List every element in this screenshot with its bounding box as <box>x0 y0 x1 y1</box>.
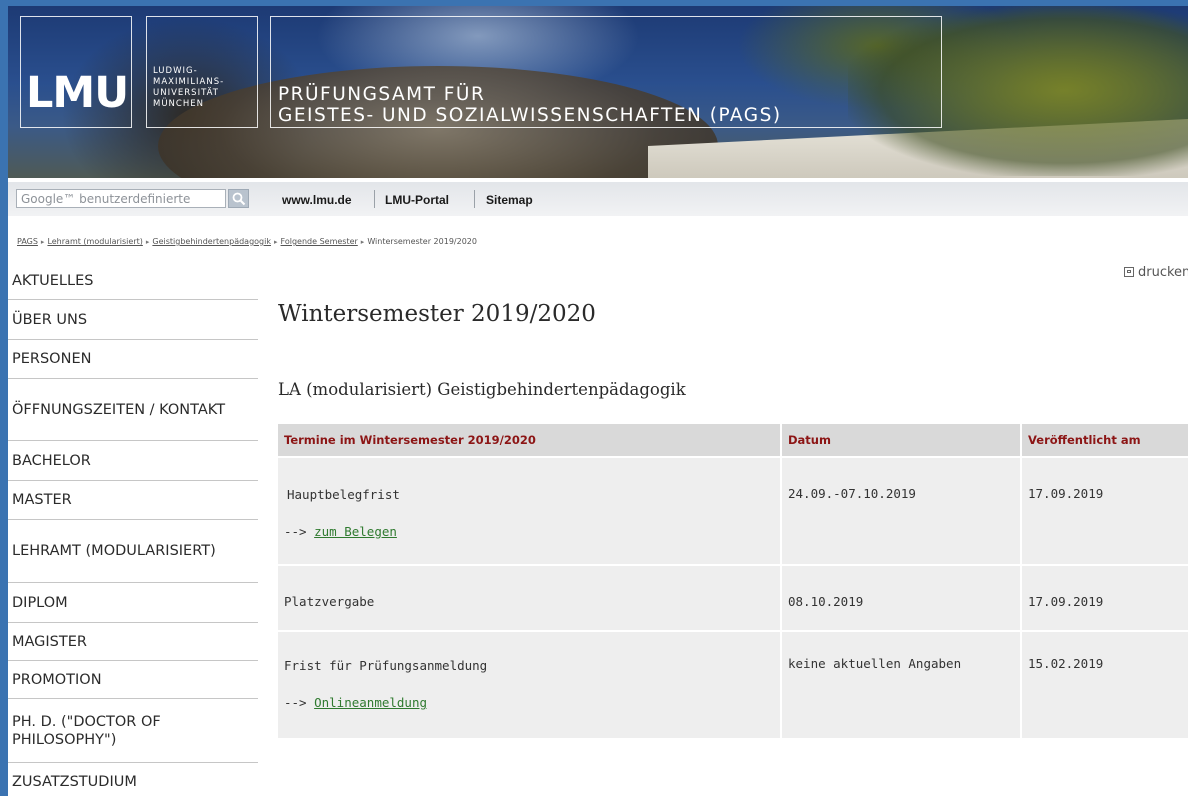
table-cell-termin: Frist für Prüfungsanmeldung --> Onlinean… <box>278 630 782 738</box>
breadcrumb-separator: ▸ <box>145 238 150 246</box>
search-button[interactable] <box>228 189 249 208</box>
sidebar-item-magister[interactable]: MAGISTER <box>8 623 258 661</box>
sidebar-item-label: MAGISTER <box>12 633 87 650</box>
search-input[interactable] <box>16 189 226 208</box>
breadcrumb-separator: ▸ <box>360 238 365 246</box>
top-navbar: www.lmu.de LMU-Portal Sitemap <box>8 182 1188 216</box>
datum-value: 08.10.2019 <box>788 594 864 609</box>
breadcrumb-pags[interactable]: PAGS <box>17 237 38 246</box>
zum-belegen-link[interactable]: zum Belegen <box>314 524 397 539</box>
link-sitemap[interactable]: Sitemap <box>486 193 533 207</box>
termin-link-line: --> Onlineanmeldung <box>284 695 774 710</box>
page-title: Wintersemester 2019/2020 <box>278 301 596 327</box>
nav-divider <box>374 190 375 208</box>
breadcrumb-geistigbehindertenpaedagogik[interactable]: Geistigbehindertenpädagogik <box>152 237 271 246</box>
termin-label: Platzvergabe <box>284 594 375 609</box>
sidebar-item-label: MASTER <box>12 492 72 508</box>
sidebar-item-label: ÖFFNUNGSZEITEN / KONTAKT <box>12 401 226 418</box>
breadcrumb-folgende-semester[interactable]: Folgende Semester <box>281 237 358 246</box>
column-header-termine: Termine im Wintersemester 2019/2020 <box>278 424 782 456</box>
column-header-datum: Datum <box>782 424 1022 456</box>
datum-value: keine aktuellen Angaben <box>788 656 962 671</box>
sidebar-item-label: ZUSATZSTUDIUM <box>12 774 137 790</box>
table-row: Hauptbelegfrist --> zum Belegen 24.09.-0… <box>278 456 1188 564</box>
link-arrow: --> <box>284 695 307 710</box>
sidebar-item-phd[interactable]: PH. D. ("DOCTOR OF PHILOSOPHY") <box>8 699 258 763</box>
sidebar-item-label: BACHELOR <box>12 452 91 469</box>
link-lmu-de[interactable]: www.lmu.de <box>282 193 352 207</box>
sidebar-item-personen[interactable]: PERSONEN <box>8 340 258 379</box>
table-header-row: Termine im Wintersemester 2019/2020 Datu… <box>278 424 1188 456</box>
veroeffentlicht-value: 15.02.2019 <box>1028 656 1104 671</box>
sidebar-item-label: ÜBER UNS <box>12 311 88 328</box>
termin-link-line: --> zum Belegen <box>284 524 774 539</box>
sidebar-item-label: PH. D. ("DOCTOR OF PHILOSOPHY") <box>12 713 161 748</box>
breadcrumb: PAGS ▸ Lehramt (modularisiert) ▸ Geistigbehi… <box>17 237 477 251</box>
print-label: drucken <box>1138 265 1188 280</box>
sidebar-item-master[interactable]: MASTER <box>8 481 258 520</box>
office-title: PRÜFUNGSAMT FÜR GEISTES- UND SOZIALWISSE… <box>278 84 782 126</box>
breadcrumb-separator: ▸ <box>40 238 45 246</box>
sidebar-item-lehramt[interactable]: LEHRAMT (MODULARISIERT) <box>8 520 258 583</box>
breadcrumb-lehramt[interactable]: Lehramt (modularisiert) <box>47 237 142 246</box>
sidebar-item-label: PROMOTION <box>12 671 102 688</box>
table-cell-datum: keine aktuellen Angaben <box>782 630 1022 738</box>
sidebar-item-diplom[interactable]: DIPLOM <box>8 583 258 623</box>
table-cell-veroeffentlicht: 17.09.2019 <box>1022 564 1188 630</box>
sidebar-item-label: DIPLOM <box>12 594 68 611</box>
table-cell-veroeffentlicht: 17.09.2019 <box>1022 456 1188 564</box>
veroeffentlicht-value: 17.09.2019 <box>1028 486 1104 501</box>
veroeffentlicht-value: 17.09.2019 <box>1028 594 1104 609</box>
table-cell-termin: Hauptbelegfrist --> zum Belegen <box>278 456 782 564</box>
university-name: LUDWIG- MAXIMILIANS- UNIVERSITÄT MÜNCHEN <box>153 66 225 109</box>
termin-label: Hauptbelegfrist <box>287 487 400 502</box>
sidebar-item-label: AKTUELLES <box>12 272 94 289</box>
section-title: LA (modularisiert) Geistigbehindertenpäd… <box>278 380 686 399</box>
table-cell-datum: 24.09.-07.10.2019 <box>782 456 1022 564</box>
sidebar-item-ueber-uns[interactable]: ÜBER UNS <box>8 300 258 340</box>
table-row: Frist für Prüfungsanmeldung --> Onlinean… <box>278 630 1188 738</box>
sidebar-item-promotion[interactable]: PROMOTION <box>8 661 258 699</box>
termin-label: Frist für Prüfungsanmeldung <box>284 658 488 673</box>
lmu-logo-text: LMU <box>26 68 129 118</box>
column-header-veroeffentlicht: Veröffentlicht am <box>1022 424 1188 456</box>
onlineanmeldung-link[interactable]: Onlineanmeldung <box>314 695 427 710</box>
print-link[interactable]: drucken <box>1124 265 1188 280</box>
breadcrumb-current: Wintersemester 2019/2020 <box>367 237 477 246</box>
datum-value: 24.09.-07.10.2019 <box>788 486 916 501</box>
table-cell-datum: 08.10.2019 <box>782 564 1022 630</box>
sidebar-item-label: PERSONEN <box>12 351 92 367</box>
nav-divider <box>474 190 475 208</box>
page: LMU LUDWIG- MAXIMILIANS- UNIVERSITÄT MÜN… <box>8 6 1188 796</box>
sidebar-item-aktuelles[interactable]: AKTUELLES <box>8 262 258 300</box>
dates-table: Termine im Wintersemester 2019/2020 Datu… <box>278 424 1188 738</box>
table-cell-termin: Platzvergabe <box>278 564 782 630</box>
table-cell-veroeffentlicht: 15.02.2019 <box>1022 630 1188 738</box>
link-lmu-portal[interactable]: LMU-Portal <box>385 193 449 207</box>
sidebar-item-bachelor[interactable]: BACHELOR <box>8 441 258 481</box>
breadcrumb-separator: ▸ <box>274 238 278 246</box>
table-row: Platzvergabe 08.10.2019 17.09.2019 <box>278 564 1188 630</box>
print-icon <box>1124 267 1134 277</box>
sidebar-item-zusatzstudium[interactable]: ZUSATZSTUDIUM <box>8 763 258 796</box>
sidebar-item-label: LEHRAMT (MODULARISIERT) <box>12 543 216 559</box>
sidebar-nav: AKTUELLES ÜBER UNS PERSONEN ÖFFNUNGSZEIT… <box>8 262 258 796</box>
link-arrow: --> <box>284 524 307 539</box>
header-banner: LMU LUDWIG- MAXIMILIANS- UNIVERSITÄT MÜN… <box>8 6 1188 178</box>
search-icon <box>232 192 246 206</box>
sidebar-item-oeffnungszeiten-kontakt[interactable]: ÖFFNUNGSZEITEN / KONTAKT <box>8 379 258 441</box>
